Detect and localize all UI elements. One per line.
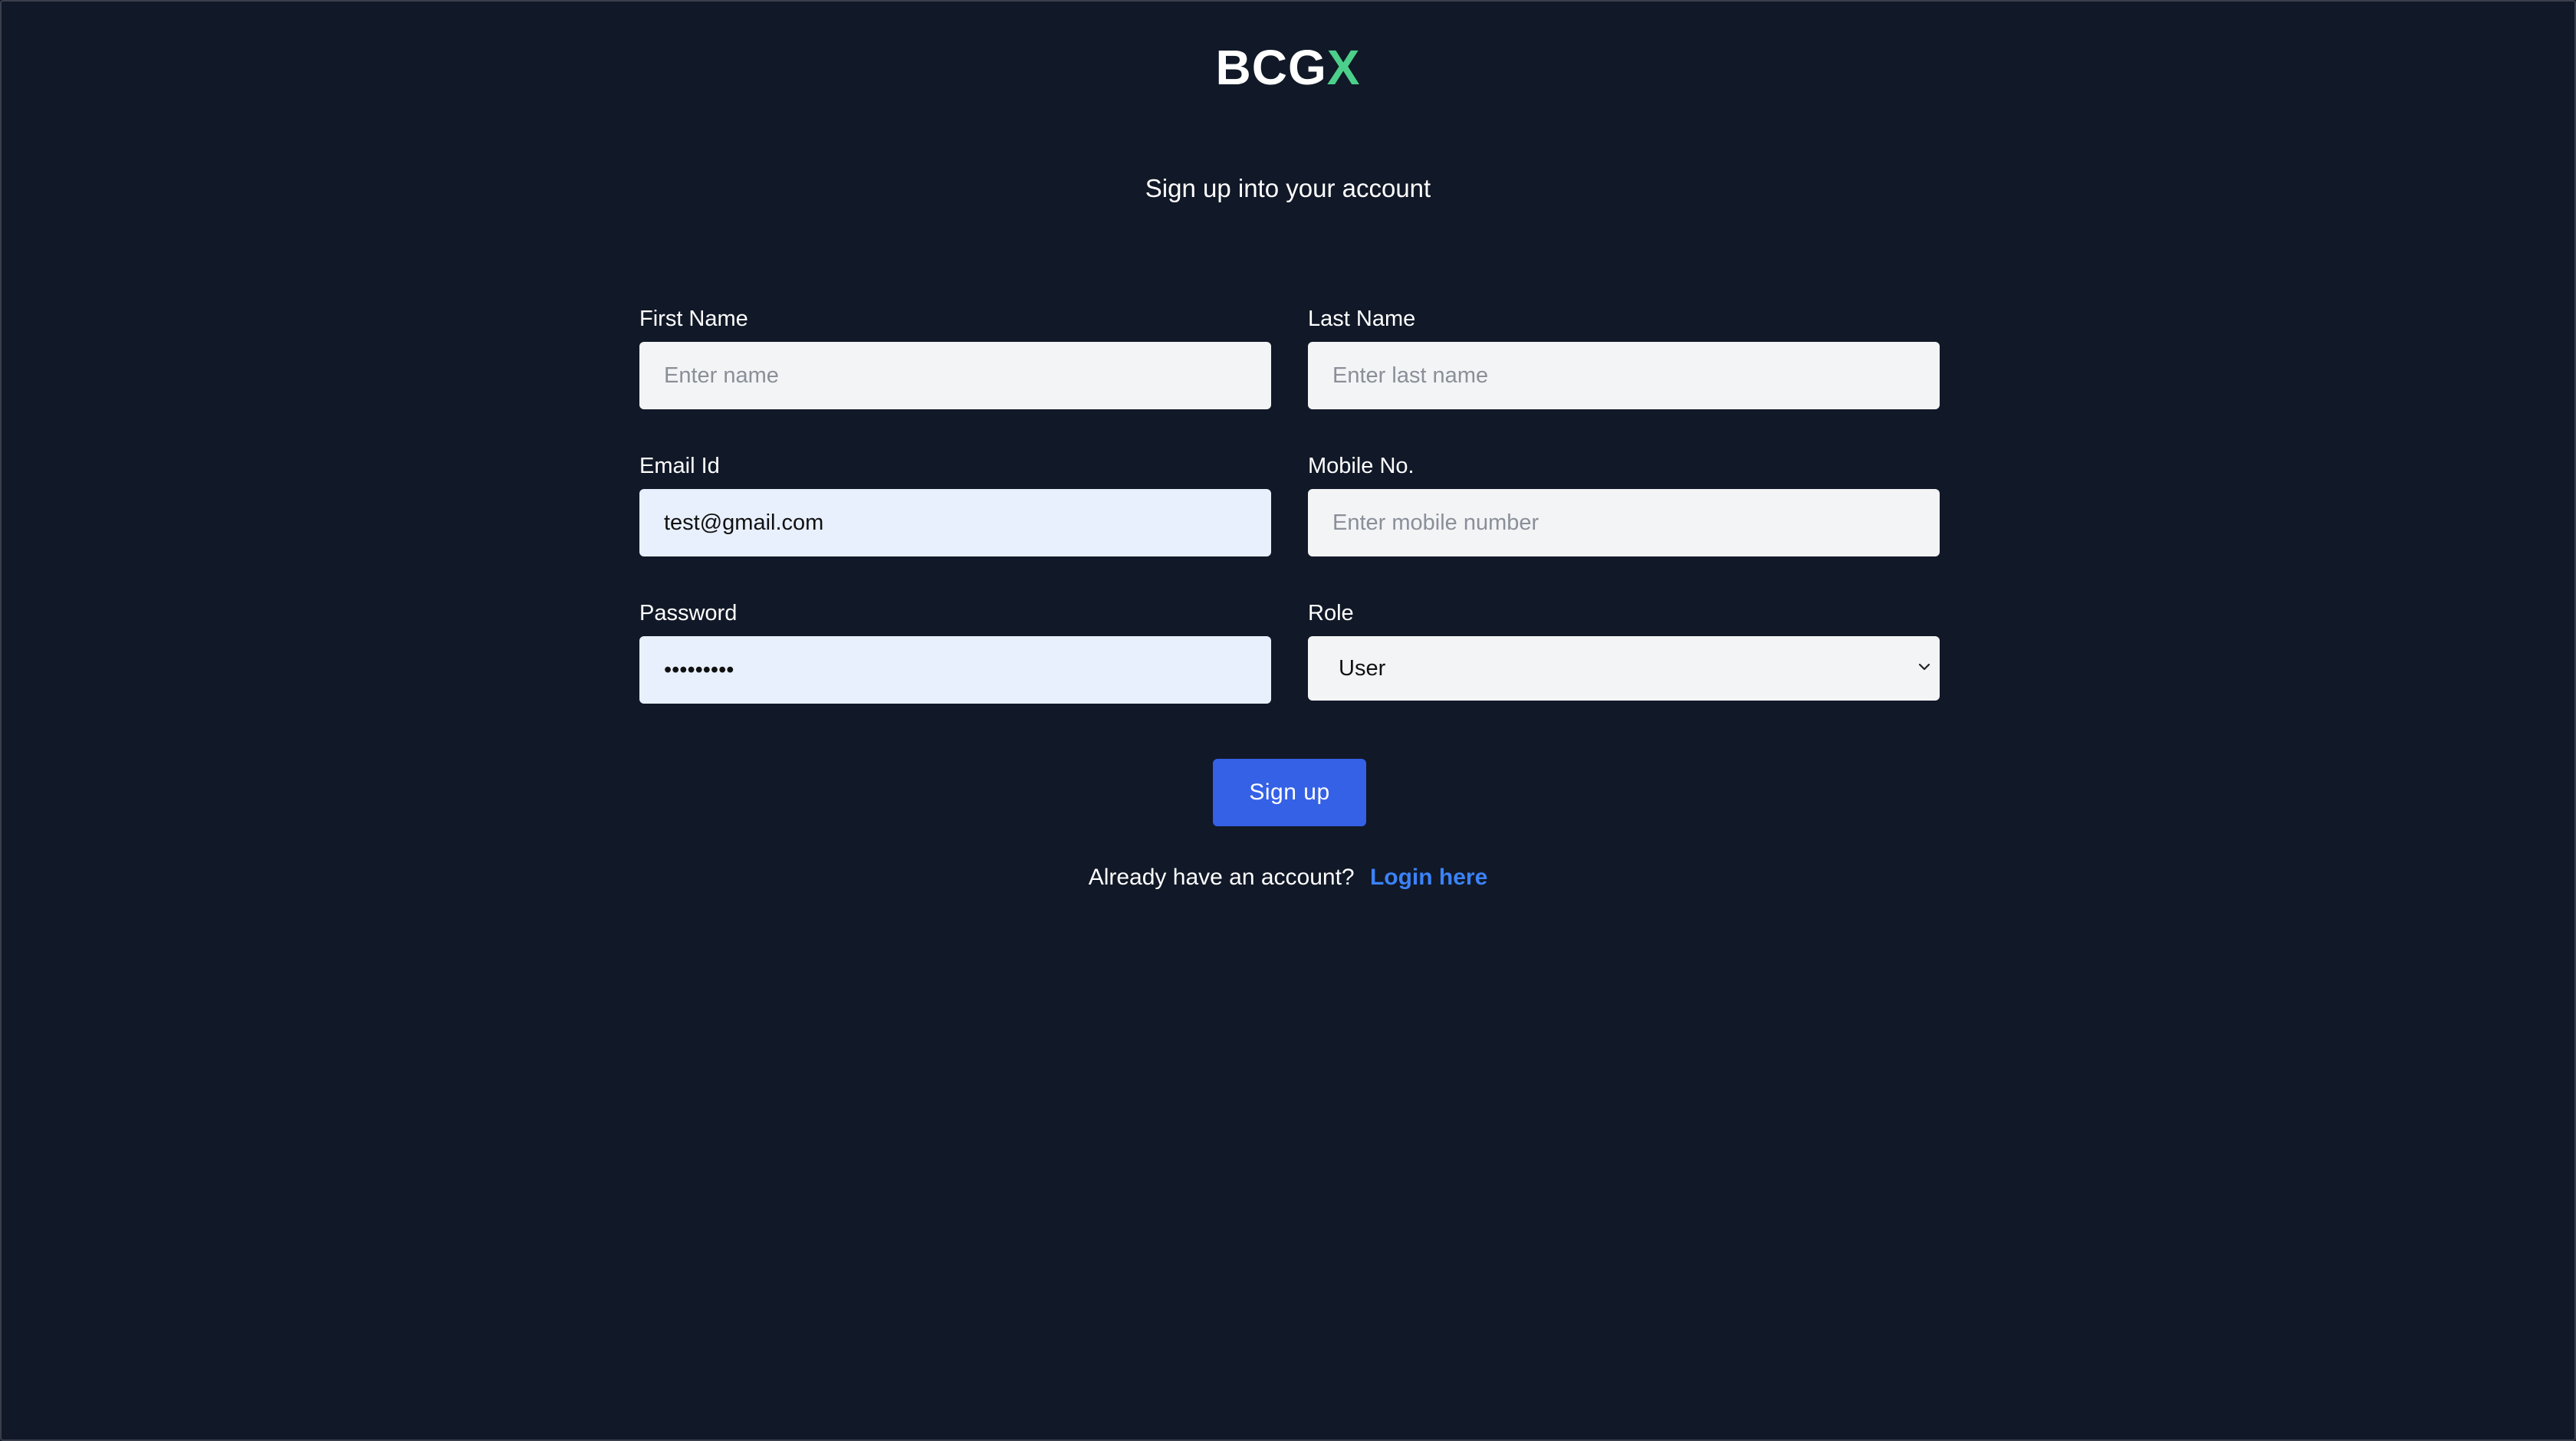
email-label: Email Id: [639, 454, 720, 478]
signup-form: First Name Last Name Email Id Mobile No.…: [639, 304, 1940, 745]
password-label: Password: [639, 601, 738, 625]
first-name-label: First Name: [639, 307, 748, 331]
brand-logo: BCGX: [2, 38, 2574, 97]
page-subtitle: Sign up into your account: [1145, 174, 1431, 202]
password-group: Password: [639, 598, 1271, 704]
login-link[interactable]: Login here: [1370, 865, 1487, 890]
last-name-label: Last Name: [1308, 307, 1416, 331]
email-input[interactable]: [639, 489, 1271, 556]
mobile-group: Mobile No.: [1308, 451, 1940, 556]
chevron-down-icon: [1918, 663, 1930, 671]
app-window: BCGX Sign up into your account First Nam…: [0, 0, 2576, 1441]
password-input[interactable]: [639, 636, 1271, 704]
signup-button[interactable]: Sign up: [1213, 759, 1366, 826]
role-group: Role User: [1308, 598, 1940, 701]
login-prompt-text: Already have an account?: [1088, 865, 1355, 890]
last-name-group: Last Name: [1308, 304, 1940, 409]
first-name-group: First Name: [639, 304, 1271, 409]
form-row-contact: Email Id Mobile No.: [639, 451, 1940, 598]
logo-main-text: BCG: [1215, 40, 1327, 95]
mobile-label: Mobile No.: [1308, 454, 1414, 478]
last-name-input[interactable]: [1308, 342, 1940, 409]
form-row-credentials: Password Role User: [639, 598, 1940, 745]
role-select[interactable]: User: [1308, 636, 1940, 701]
email-group: Email Id: [639, 451, 1271, 556]
role-label: Role: [1308, 601, 1354, 625]
role-select-value: User: [1308, 636, 1940, 701]
logo-accent-text: X: [1326, 40, 1361, 95]
mobile-input[interactable]: [1308, 489, 1940, 556]
login-prompt: Already have an account? Login here: [2, 862, 2574, 894]
first-name-input[interactable]: [639, 342, 1271, 409]
form-row-names: First Name Last Name: [639, 304, 1940, 451]
